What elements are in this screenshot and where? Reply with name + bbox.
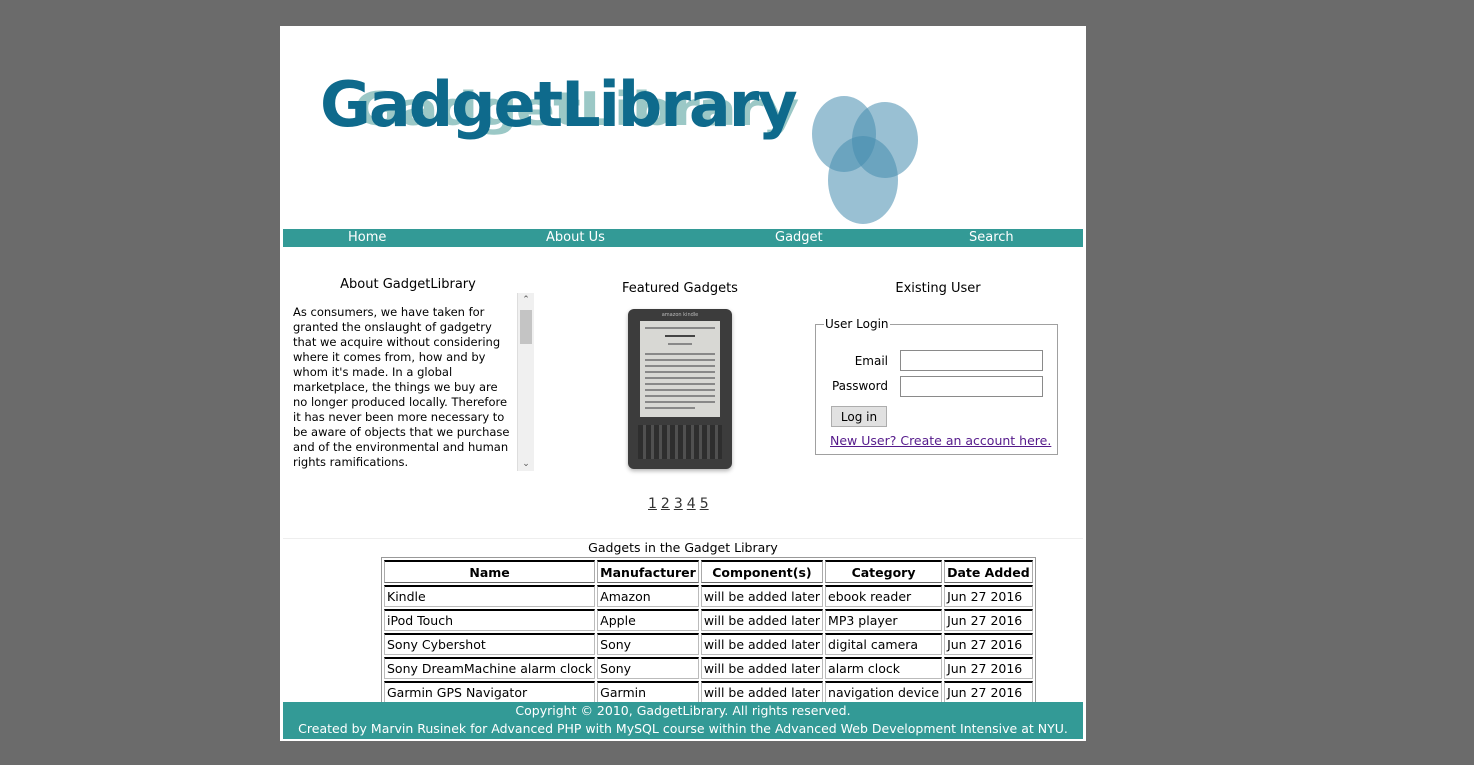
- email-field[interactable]: [900, 350, 1043, 371]
- footer-copyright: Copyright © 2010, GadgetLibrary. All rig…: [515, 703, 851, 718]
- about-scrollbar[interactable]: ⌃ ⌄: [517, 293, 534, 471]
- email-label: Email: [854, 354, 888, 368]
- site-logo[interactable]: GadgetLibrary GadgetLibrary: [320, 66, 920, 224]
- scroll-down-icon[interactable]: ⌄: [518, 457, 534, 471]
- cell-name: Sony Cybershot: [384, 633, 596, 655]
- nav-search[interactable]: Search: [969, 229, 1014, 247]
- scroll-thumb[interactable]: [520, 310, 532, 344]
- about-title: About GadgetLibrary: [340, 277, 476, 292]
- cell-components: will be added later: [700, 657, 824, 679]
- col-date-added: Date Added: [944, 560, 1033, 583]
- cell-name: iPod Touch: [384, 609, 596, 631]
- cell-components: will be added later: [700, 609, 824, 631]
- cell-components: will be added later: [700, 585, 824, 607]
- table-row: Sony DreamMachine alarm clock Sony will …: [384, 657, 1033, 679]
- page-container: GadgetLibrary GadgetLibrary Home About U…: [280, 26, 1086, 741]
- cell-date-added: Jun 27 2016: [944, 657, 1033, 679]
- pager-link-5[interactable]: 5: [700, 496, 709, 512]
- cell-date-added: Jun 27 2016: [944, 633, 1033, 655]
- main-nav: Home About Us Gadget Search: [283, 229, 1083, 247]
- scroll-up-icon[interactable]: ⌃: [518, 293, 534, 307]
- about-text: As consumers, we have taken for granted …: [293, 305, 510, 469]
- col-components: Component(s): [700, 560, 824, 583]
- logo-circles-icon: [810, 96, 920, 226]
- cell-category: navigation device: [825, 681, 943, 703]
- table-caption: Gadgets in the Gadget Library: [588, 540, 778, 555]
- cell-category: MP3 player: [825, 609, 943, 631]
- password-label: Password: [831, 379, 888, 393]
- cell-name: Kindle: [384, 585, 596, 607]
- cell-manufacturer: Apple: [597, 609, 699, 631]
- logo-text: GadgetLibrary: [320, 68, 798, 141]
- cell-date-added: Jun 27 2016: [944, 681, 1033, 703]
- cell-date-added: Jun 27 2016: [944, 609, 1033, 631]
- cell-name: Sony DreamMachine alarm clock: [384, 657, 596, 679]
- cell-manufacturer: Garmin: [597, 681, 699, 703]
- pager-link-2[interactable]: 2: [661, 496, 670, 512]
- pager-link-1[interactable]: 1: [648, 496, 657, 512]
- kindle-screen: [640, 321, 720, 417]
- featured-title: Featured Gadgets: [622, 281, 738, 296]
- table-header-row: Name Manufacturer Component(s) Category …: [384, 560, 1033, 583]
- nav-gadget[interactable]: Gadget: [775, 229, 823, 247]
- gadgets-table: Name Manufacturer Component(s) Category …: [381, 557, 1036, 705]
- pager-link-3[interactable]: 3: [674, 496, 683, 512]
- new-user-link[interactable]: New User? Create an account here.: [830, 433, 1051, 448]
- nav-about-us[interactable]: About Us: [546, 229, 605, 247]
- table-row: iPod Touch Apple will be added later MP3…: [384, 609, 1033, 631]
- password-field[interactable]: [900, 376, 1043, 397]
- pager-link-4[interactable]: 4: [687, 496, 696, 512]
- col-manufacturer: Manufacturer: [597, 560, 699, 583]
- cell-name: Garmin GPS Navigator: [384, 681, 596, 703]
- table-row: Garmin GPS Navigator Garmin will be adde…: [384, 681, 1033, 703]
- cell-category: alarm clock: [825, 657, 943, 679]
- table-row: Sony Cybershot Sony will be added later …: [384, 633, 1033, 655]
- cell-manufacturer: Sony: [597, 657, 699, 679]
- about-textbox[interactable]: As consumers, we have taken for granted …: [290, 293, 534, 471]
- site-footer: Copyright © 2010, GadgetLibrary. All rig…: [283, 702, 1083, 739]
- login-legend: User Login: [825, 317, 889, 331]
- footer-credits: Created by Marvin Rusinek for Advanced P…: [298, 721, 1068, 736]
- nav-home[interactable]: Home: [348, 229, 386, 247]
- cell-manufacturer: Amazon: [597, 585, 699, 607]
- cell-date-added: Jun 27 2016: [944, 585, 1033, 607]
- kindle-keyboard: [638, 425, 722, 459]
- existing-user-title: Existing User: [895, 281, 981, 296]
- cell-category: digital camera: [825, 633, 943, 655]
- col-name: Name: [384, 560, 596, 583]
- login-button[interactable]: Log in: [831, 406, 887, 427]
- login-form: User Login Email Password Log in New Use…: [815, 317, 1058, 455]
- cell-category: ebook reader: [825, 585, 943, 607]
- cell-manufacturer: Sony: [597, 633, 699, 655]
- table-row: Kindle Amazon will be added later ebook …: [384, 585, 1033, 607]
- cell-components: will be added later: [700, 633, 824, 655]
- cell-components: will be added later: [700, 681, 824, 703]
- featured-pager: 12345: [648, 496, 713, 512]
- kindle-brand: amazon kindle: [661, 312, 699, 318]
- col-category: Category: [825, 560, 943, 583]
- kindle-ereader-image[interactable]: amazon kindle: [628, 309, 732, 469]
- section-divider: [283, 538, 1083, 539]
